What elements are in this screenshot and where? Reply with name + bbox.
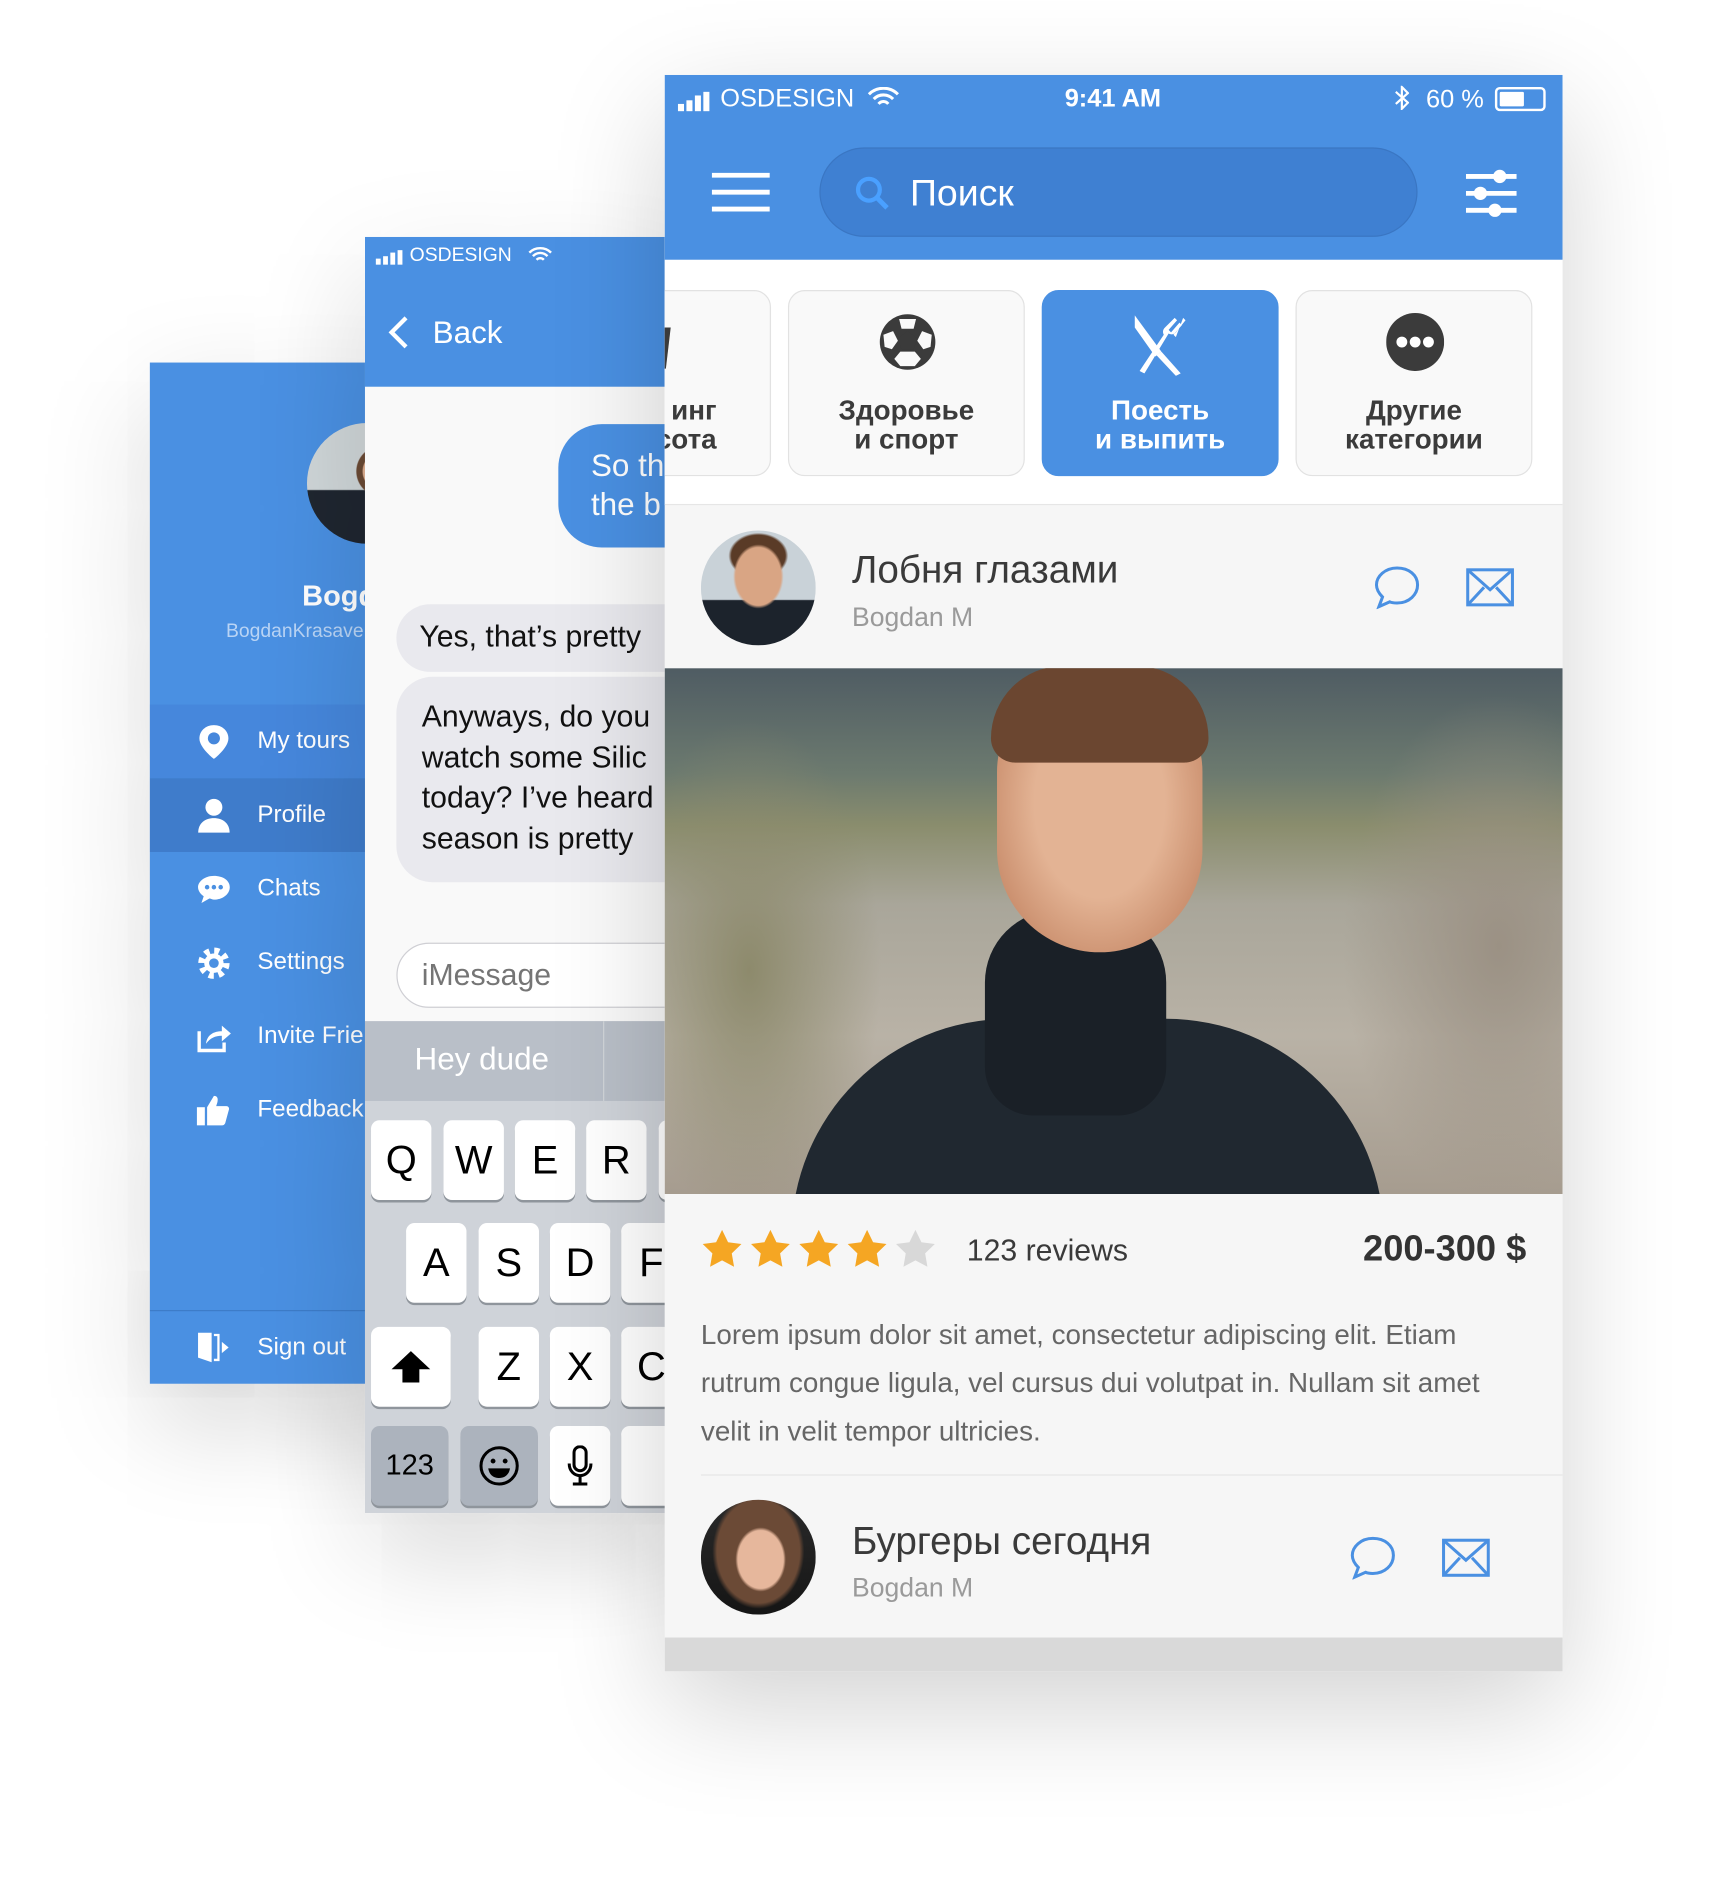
price-range: 200-300 $ bbox=[1363, 1229, 1527, 1269]
back-label: Back bbox=[432, 313, 503, 350]
more-dots-icon bbox=[1386, 313, 1445, 372]
chat-bubble-icon[interactable] bbox=[1374, 566, 1420, 610]
sign-out-icon bbox=[196, 1329, 232, 1365]
main-screen: OSDESIGN 9:41 AM 60 % Поиск ингсота Здор… bbox=[664, 74, 1563, 1672]
review-count[interactable]: 123 reviews bbox=[967, 1234, 1128, 1269]
emoji-key[interactable] bbox=[460, 1426, 538, 1506]
author-avatar[interactable] bbox=[700, 530, 816, 646]
numbers-key[interactable]: 123 bbox=[371, 1426, 449, 1506]
key-a[interactable]: A bbox=[406, 1223, 467, 1303]
microphone-icon bbox=[567, 1445, 593, 1486]
shift-arrow-icon bbox=[391, 1351, 431, 1383]
back-button[interactable]: Back bbox=[387, 312, 503, 353]
post-card: Бургеры сегодня Bogdan M bbox=[665, 1476, 1563, 1638]
battery-fill bbox=[1499, 91, 1525, 107]
key-r[interactable]: R bbox=[586, 1120, 647, 1201]
chat-screen: OSDESIGN Back So th the b Yes, that’s pr… bbox=[364, 236, 680, 1514]
post-photo[interactable] bbox=[664, 668, 1563, 1194]
star-filled-icon bbox=[702, 1229, 742, 1267]
post-author: Bogdan M bbox=[851, 601, 974, 633]
bottom-bar bbox=[664, 1637, 1563, 1672]
star-filled-icon bbox=[799, 1229, 839, 1267]
star-rating bbox=[701, 1228, 937, 1269]
battery-label: 60 % bbox=[1426, 85, 1484, 114]
chat-bubble-icon[interactable] bbox=[1350, 1536, 1396, 1580]
menu-button[interactable] bbox=[711, 172, 770, 213]
category-card-beauty[interactable]: ингсота bbox=[664, 290, 772, 477]
star-filled-icon bbox=[751, 1229, 790, 1267]
sliders-icon bbox=[1465, 169, 1517, 217]
stage: Bogd BogdanKrasave My tours Profile Chat… bbox=[0, 0, 1716, 1900]
signal-icon bbox=[375, 250, 405, 265]
wifi-icon bbox=[528, 246, 552, 269]
user-icon bbox=[196, 797, 232, 833]
main-header: OSDESIGN 9:41 AM 60 % Поиск bbox=[664, 74, 1563, 260]
key-e[interactable]: E bbox=[514, 1120, 576, 1201]
key-z[interactable]: Z bbox=[478, 1326, 539, 1407]
key-s[interactable]: S bbox=[478, 1223, 539, 1303]
sidebar-item-label: Feedback bbox=[257, 1096, 364, 1123]
sidebar-item-label: Chats bbox=[257, 874, 321, 902]
key-d[interactable]: D bbox=[549, 1223, 611, 1303]
post-title[interactable]: Лобня глазами bbox=[852, 547, 1118, 592]
star-filled-icon bbox=[847, 1229, 887, 1267]
post-card: Лобня глазами Bogdan M 123 reviews 200-3… bbox=[664, 506, 1563, 1473]
sign-out-label: Sign out bbox=[257, 1333, 347, 1361]
map-pin-icon bbox=[196, 723, 232, 759]
sidebar-item-label: My tours bbox=[257, 727, 351, 755]
key-w[interactable]: W bbox=[443, 1120, 504, 1201]
mail-icon[interactable] bbox=[1466, 568, 1514, 607]
carrier-label: OSDESIGN bbox=[720, 84, 855, 113]
knife-fork-icon bbox=[1134, 315, 1186, 376]
microphone-key[interactable] bbox=[549, 1426, 611, 1506]
key-q[interactable]: Q bbox=[371, 1120, 432, 1201]
cup-icon bbox=[664, 327, 671, 369]
search-bar[interactable]: Поиск bbox=[819, 147, 1418, 237]
post-title[interactable]: Бургеры сегодня bbox=[852, 1519, 1151, 1564]
message-received: Anyways, do you watch some Silic today? … bbox=[396, 676, 680, 883]
signal-icon bbox=[677, 91, 714, 112]
category-card-other[interactable]: Другие категории bbox=[1295, 290, 1533, 477]
post-author: Bogdan M bbox=[851, 1572, 974, 1603]
battery-icon bbox=[1494, 87, 1546, 112]
carrier-label: OSDESIGN bbox=[409, 245, 512, 266]
emoji-icon bbox=[479, 1446, 519, 1486]
author-avatar[interactable] bbox=[700, 1499, 816, 1615]
share-icon bbox=[196, 1018, 232, 1054]
sidebar-item-label: Invite Frie bbox=[257, 1022, 364, 1049]
keyboard: Hey dude Q W E R A S D F Z X C 123 bbox=[364, 1021, 680, 1514]
user-handle: BogdanKrasave bbox=[225, 621, 364, 642]
person-hair bbox=[990, 668, 1209, 763]
time-label: 9:41 AM bbox=[1064, 84, 1162, 113]
search-icon bbox=[855, 176, 889, 210]
post-description: Lorem ipsum dolor sit amet, consectetur … bbox=[700, 1318, 1480, 1447]
message-sent: So th the b bbox=[558, 424, 680, 548]
message-input[interactable] bbox=[396, 942, 680, 1008]
star-empty-icon bbox=[896, 1229, 935, 1267]
search-placeholder: Поиск bbox=[910, 171, 1014, 214]
divider bbox=[603, 1021, 605, 1101]
thumbs-up-icon bbox=[196, 1092, 232, 1128]
chat-bubble-icon bbox=[196, 871, 232, 907]
gear-icon bbox=[196, 944, 232, 980]
shift-key[interactable] bbox=[371, 1326, 451, 1407]
hamburger-icon bbox=[711, 172, 770, 212]
chevron-left-icon bbox=[388, 316, 408, 349]
category-card-health[interactable]: Здоровье и спорт bbox=[787, 290, 1025, 477]
key-x[interactable]: X bbox=[549, 1326, 611, 1407]
sidebar-item-label: Settings bbox=[257, 948, 345, 976]
bluetooth-icon bbox=[1395, 84, 1410, 116]
chat-header: OSDESIGN Back bbox=[364, 236, 680, 387]
message-received: Yes, that’s pretty bbox=[396, 604, 680, 672]
wifi-icon bbox=[867, 86, 899, 115]
mail-icon[interactable] bbox=[1442, 1538, 1490, 1577]
sidebar-item-label: Profile bbox=[257, 801, 326, 828]
suggestion-item[interactable]: Hey dude bbox=[415, 1041, 550, 1078]
category-card-food[interactable]: Поесть и выпить bbox=[1041, 290, 1279, 477]
filter-button[interactable] bbox=[1465, 169, 1517, 217]
soccer-ball-icon bbox=[879, 314, 936, 370]
